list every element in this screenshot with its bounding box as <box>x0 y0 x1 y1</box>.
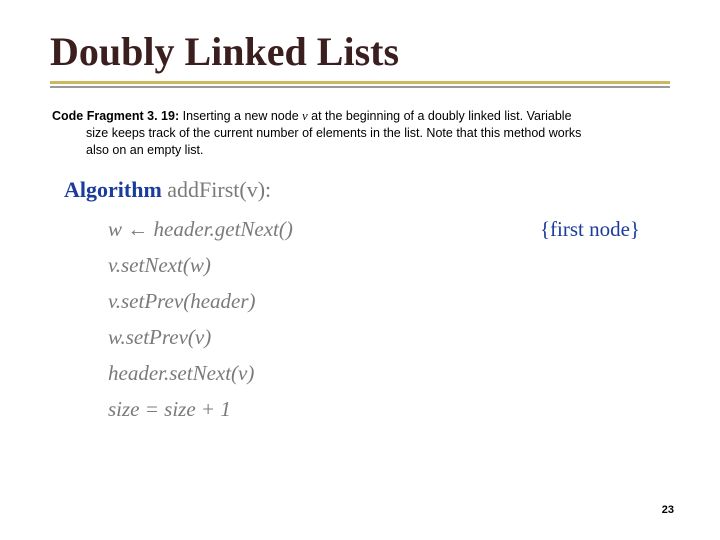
caption-line3: also on an empty list. <box>52 142 670 159</box>
algo-line-1-text: w ← header.getNext() <box>108 217 293 241</box>
code-fragment-caption: Code Fragment 3. 19: Inserting a new nod… <box>50 108 670 159</box>
title-underline-grey <box>50 86 670 88</box>
algorithm-keyword: Algorithm <box>64 177 162 202</box>
algo-line-1: w ← header.getNext() {first node} <box>108 217 670 242</box>
algorithm-header: Algorithm addFirst(v): <box>64 177 670 203</box>
algo-line-6: size = size + 1 <box>108 397 670 422</box>
algo-line-2-text: v.setNext(w) <box>108 253 211 277</box>
caption-label: Code Fragment 3. 19: <box>52 109 179 123</box>
slide-content: Doubly Linked Lists Code Fragment 3. 19:… <box>0 0 720 453</box>
algorithm-block: Algorithm addFirst(v): w ← header.getNex… <box>50 177 670 422</box>
algo-line-5: header.setNext(v) <box>108 361 670 386</box>
caption-text1: Inserting a new node <box>179 109 302 123</box>
algo-line-1-comment: {first node} <box>540 217 640 242</box>
caption-line2: size keeps track of the current number o… <box>52 125 670 142</box>
algo-line-3-text: v.setPrev(header) <box>108 289 256 313</box>
algorithm-body: w ← header.getNext() {first node} v.setN… <box>64 217 670 422</box>
algo-line-6-text: size = size + 1 <box>108 397 231 421</box>
algo-line-4: w.setPrev(v) <box>108 325 670 350</box>
slide-title: Doubly Linked Lists <box>50 28 670 75</box>
algo-line-2: v.setNext(w) <box>108 253 670 278</box>
title-underline-gold <box>50 81 670 84</box>
algo-line-5-text: header.setNext(v) <box>108 361 254 385</box>
algorithm-signature: addFirst(v): <box>162 177 271 202</box>
caption-text2: at the beginning of a doubly linked list… <box>308 109 572 123</box>
page-number: 23 <box>662 504 674 516</box>
algo-line-3: v.setPrev(header) <box>108 289 670 314</box>
algo-line-4-text: w.setPrev(v) <box>108 325 211 349</box>
